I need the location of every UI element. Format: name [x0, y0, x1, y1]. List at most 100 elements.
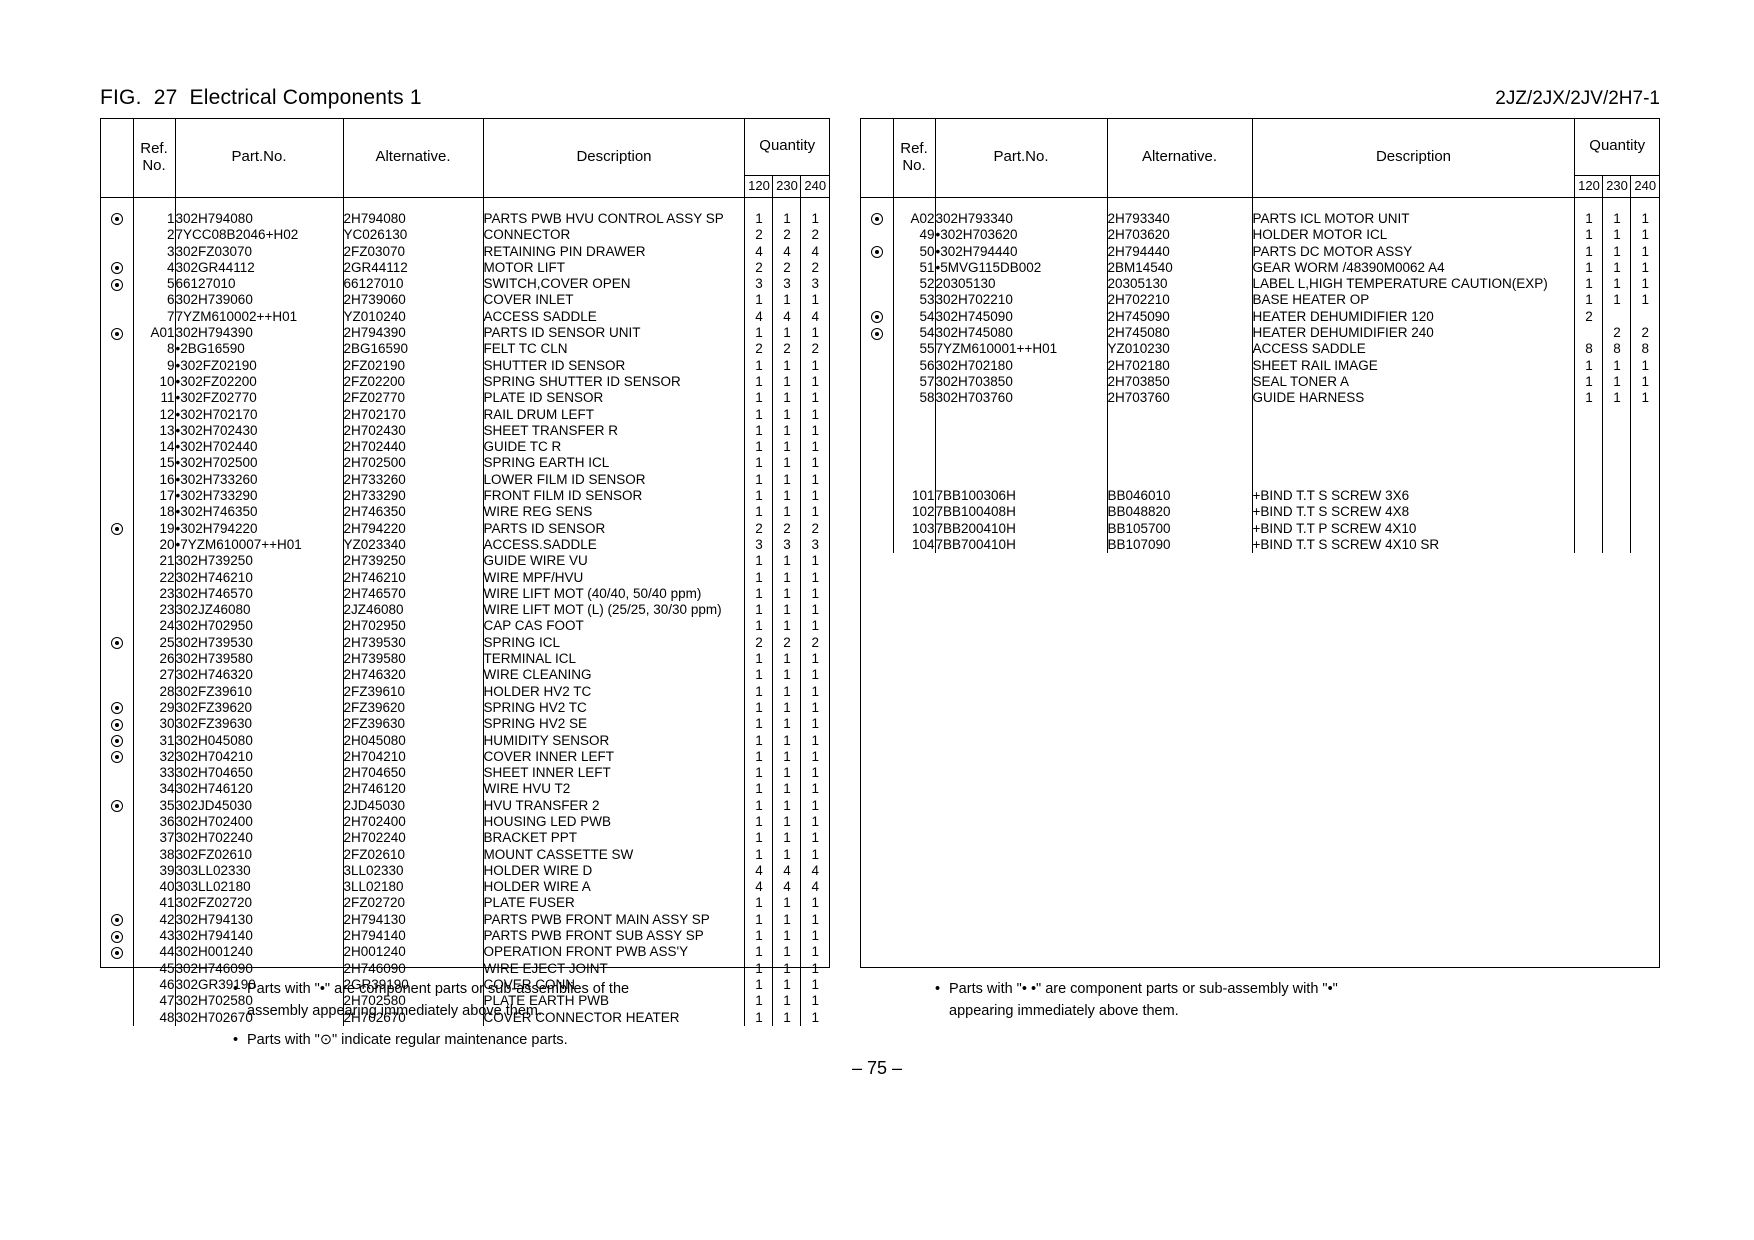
table-row[interactable]: 54 302H745080 2H745080 HEATER DEHUMIDIFIER … [861, 325, 1659, 342]
table-row[interactable] [861, 422, 1659, 440]
table-row[interactable]: A01 302H794390 2H794390 PARTS ID SENSOR UNI… [101, 325, 829, 342]
qty-230-cell: 1 [772, 911, 802, 929]
table-row[interactable]: 17 •302H733290 2H733290 FRONT FILM ID SENSO… [101, 488, 829, 505]
table-row[interactable]: 18 •302H746350 2H746350 WIRE REG SENS 1 1 1 [101, 504, 829, 521]
qty-230-cell: 2 [772, 341, 802, 358]
table-row[interactable]: 4 302GR44112 2GR44112 MOTOR LIFT 2 2 2 [101, 259, 829, 277]
table-row[interactable]: 38 302FZ02610 2FZ02610 MOUNT CASSETTE SW 1 1 1 [101, 846, 829, 863]
table-row[interactable]: 27 302H746320 2H746320 WIRE CLEANING 1 1 1 [101, 667, 829, 684]
table-row[interactable]: 49 •302H703620 2H703620 HOLDER MOTOR ICL 1 1 1 [861, 227, 1659, 244]
description-cell: PARTS PWB HVU CONTROL ASSY SP [483, 211, 746, 228]
qty-240-cell: 1 [811, 846, 819, 862]
maintenance-mark-cell [861, 341, 894, 358]
qty-230-cell: 1 [772, 667, 802, 684]
table-row[interactable]: 9 •302FZ02190 2FZ02190 SHUTTER ID SENSOR 1 1 1 [101, 357, 829, 374]
table-row[interactable]: 28 302FZ39610 2FZ39610 HOLDER HV2 TC 1 1 1 [101, 683, 829, 700]
table-row[interactable]: 33 302H704650 2H704650 SHEET INNER LEFT 1 1 1 [101, 765, 829, 782]
part-no-cell: 302H794390 [175, 325, 344, 342]
maintenance-mark-cell [101, 618, 134, 635]
maintenance-mark-cell [101, 732, 134, 749]
table-row[interactable]: 34 302H746120 2H746120 WIRE HVU T2 1 1 1 [101, 781, 829, 798]
table-row[interactable] [861, 471, 1659, 489]
qty-230-cell [1602, 308, 1632, 326]
description-cell: GUIDE HARNESS [1252, 390, 1576, 407]
table-row[interactable]: 6 302H739060 2H739060 COVER INLET 1 1 1 [101, 292, 829, 309]
table-row[interactable]: 25 302H739530 2H739530 SPRING ICL 2 2 2 [101, 634, 829, 652]
table-row[interactable]: 41 302FZ02720 2FZ02720 PLATE FUSER 1 1 1 [101, 895, 829, 912]
part-no-cell: 302H702210 [935, 292, 1108, 309]
alternative-cell: 2H793340 [1107, 211, 1253, 228]
table-row[interactable]: 53 302H702210 2H702210 BASE HEATER OP 1 1 1 [861, 292, 1659, 309]
table-row[interactable]: 2 7YCC08B2046+H02 YC026130 CONNECTOR 2 2 2 [101, 227, 829, 244]
table-row[interactable]: 24 302H702950 2H702950 CAP CAS FOOT 1 1 1 [101, 618, 829, 635]
table-row[interactable]: A02 302H793340 2H793340 PARTS ICL MOTOR UNI… [861, 211, 1659, 228]
table-row[interactable] [861, 406, 1659, 423]
qty-230-cell [1602, 536, 1632, 554]
table-row[interactable]: 43 302H794140 2H794140 PARTS PWB FRONT SUB … [101, 928, 829, 945]
table-row[interactable]: 42 302H794130 2H794130 PARTS PWB FRONT MAIN… [101, 911, 829, 929]
table-row[interactable]: 50 •302H794440 2H794440 PARTS DC MOTOR ASSY… [861, 243, 1659, 260]
table-row[interactable]: 31 302H045080 2H045080 HUMIDITY SENSOR 1 1 1 [101, 732, 829, 749]
table-row[interactable]: 57 302H703850 2H703850 SEAL TONER A111 [861, 373, 1659, 391]
table-row[interactable]: 13 •302H702430 2H702430 SHEET TRANSFER R111 [101, 422, 829, 440]
table-row[interactable]: 10 •302FZ02200 2FZ02200 SPRING SHUTTER ID S… [101, 373, 829, 391]
table-row[interactable]: 3 302FZ03070 2FZ03070 RETAINING PIN DRAWER 4… [101, 243, 829, 260]
qty-240-cell: 1 [811, 895, 819, 911]
table-row[interactable]: 7 7YZM610002++H01 YZ010240 ACCESS SADDLE 4 4 4 [101, 308, 829, 326]
table-row[interactable]: 51 •5MVG115DB002 2BM14540 GEAR WORM /48390M… [861, 259, 1659, 277]
table-row[interactable]: 54 302H745090 2H745090 HEATER DEHUMIDIFIER … [861, 308, 1659, 326]
table-row[interactable]: 12 •302H702170 2H702170 RAIL DRUM LEFT 1 1 1 [101, 406, 829, 423]
table-row[interactable]: 20 •7YZM610007++H01 YZ023340 ACCESS.SADDLE 3… [101, 536, 829, 554]
qty-240-cell [1631, 472, 1659, 488]
table-row[interactable]: 19 •302H794220 2H794220 PARTS ID SENSOR 2 2 2 [101, 520, 829, 537]
alternative-cell: BB105700 [1107, 520, 1253, 537]
table-row[interactable]: 40 303LL02180 3LL02180 HOLDER WIRE A444 [101, 879, 829, 896]
table-row[interactable] [861, 439, 1659, 456]
table-row[interactable]: 16 •302H733260 2H733260 LOWER FILM ID SENSO… [101, 471, 829, 489]
qty-240-cell: 1 [811, 406, 819, 422]
table-row[interactable]: 52 20305130 20305130 LABEL L,HIGH TEMPERATU… [861, 276, 1659, 293]
ref-no-cell: 1 [133, 211, 176, 228]
maintenance-mark-cell [101, 553, 134, 570]
table-row[interactable] [861, 455, 1659, 472]
table-row[interactable]: 55 7YZM610001++H01 YZ010230 ACCESS SADDLE 8 8… [861, 341, 1659, 358]
table-row[interactable]: 29 302FZ39620 2FZ39620 SPRING HV2 TC 1 1 1 [101, 699, 829, 717]
table-row[interactable]: 35 302JD45030 2JD45030 HVU TRANSFER 2111 [101, 797, 829, 814]
part-no-cell: 302JD45030 [175, 797, 344, 814]
table-row[interactable]: 101 7BB100306H BB046010 +BIND T.T S SCREW 3… [861, 488, 1659, 505]
maintenance-mark-cell [101, 504, 134, 521]
table-row[interactable]: 15 •302H702500 2H702500 SPRING EARTH ICL 1 1 1 [101, 455, 829, 472]
alternative-cell: 2H703620 [1107, 227, 1253, 244]
qty-240-cell: 1 [811, 455, 819, 471]
table-row[interactable]: 14 •302H702440 2H702440 GUIDE TC R111 [101, 439, 829, 456]
table-row[interactable]: 26 302H739580 2H739580 TERMINAL ICL 1 1 1 [101, 651, 829, 668]
table-row[interactable]: 44 302H001240 2H001240 OPERATION FRONT PWB … [101, 944, 829, 961]
table-row[interactable]: 21 302H739250 2H739250 GUIDE WIRE VU 1 1 1 [101, 553, 829, 570]
qty-120-cell: 1 [744, 602, 774, 619]
table-row[interactable]: 103 7BB200410H BB105700 +BIND T.T P SCREW 4… [861, 520, 1659, 537]
table-row[interactable]: 8 •2BG16590 2BG16590 FELT TC CLN 2 2 2 [101, 341, 829, 358]
table-row[interactable]: 39 303LL02330 3LL02330 HOLDER WIRE D444 [101, 862, 829, 880]
table-row[interactable]: 45 302H746090 2H746090 WIRE EJECT JOINT 1 1 1 [101, 960, 829, 977]
col-quantity: Quantity [759, 137, 816, 155]
alternative-cell: 2FZ39610 [343, 683, 484, 700]
qty-120-cell: 2 [744, 259, 774, 277]
table-row[interactable]: 11 •302FZ02770 2FZ02770 PLATE ID SENSOR 1 1 1 [101, 390, 829, 407]
table-row[interactable]: 32 302H704210 2H704210 COVER INNER LEFT 1 1 1 [101, 748, 829, 766]
table-row[interactable]: 102 7BB100408H BB048820 +BIND T.T S SCREW 4… [861, 504, 1659, 521]
table-row[interactable]: 36 302H702400 2H702400 HOUSING LED PWB 1 1 1 [101, 813, 829, 831]
maintenance-mark-cell [101, 928, 134, 945]
maintenance-part-icon [110, 278, 123, 291]
table-row[interactable]: 1 302H794080 2H794080 PARTS PWB HVU CONTROL… [101, 211, 829, 228]
table-row[interactable]: 104 7BB700410H BB107090 +BIND T.T S SCREW 4… [861, 536, 1659, 554]
ref-no-cell: 3 [133, 243, 176, 260]
table-row[interactable]: 23 302H746570 2H746570 WIRE LIFT MOT (40/40… [101, 585, 829, 603]
table-row[interactable]: 58 302H703760 2H703760 GUIDE HARNESS 1 1 1 [861, 390, 1659, 407]
table-row[interactable]: 23 302JZ46080 2JZ46080 WIRE LIFT MOT (L) (2… [101, 602, 829, 619]
table-row[interactable]: 56 302H702180 2H702180 SHEET RAIL IMAGE 1 1 1 [861, 357, 1659, 374]
table-row[interactable]: 5 66127010 66127010 SWITCH,COVER OPEN 3 3 3 [101, 276, 829, 293]
table-row[interactable]: 22 302H746210 2H746210 WIRE MPF/HVU 1 1 1 [101, 569, 829, 586]
description-cell: SHEET INNER LEFT [483, 765, 746, 782]
table-row[interactable]: 37 302H702240 2H702240 BRACKET PPT 1 1 1 [101, 830, 829, 847]
table-row[interactable]: 30 302FZ39630 2FZ39630 SPRING HV2 SE 1 1 1 [101, 716, 829, 733]
